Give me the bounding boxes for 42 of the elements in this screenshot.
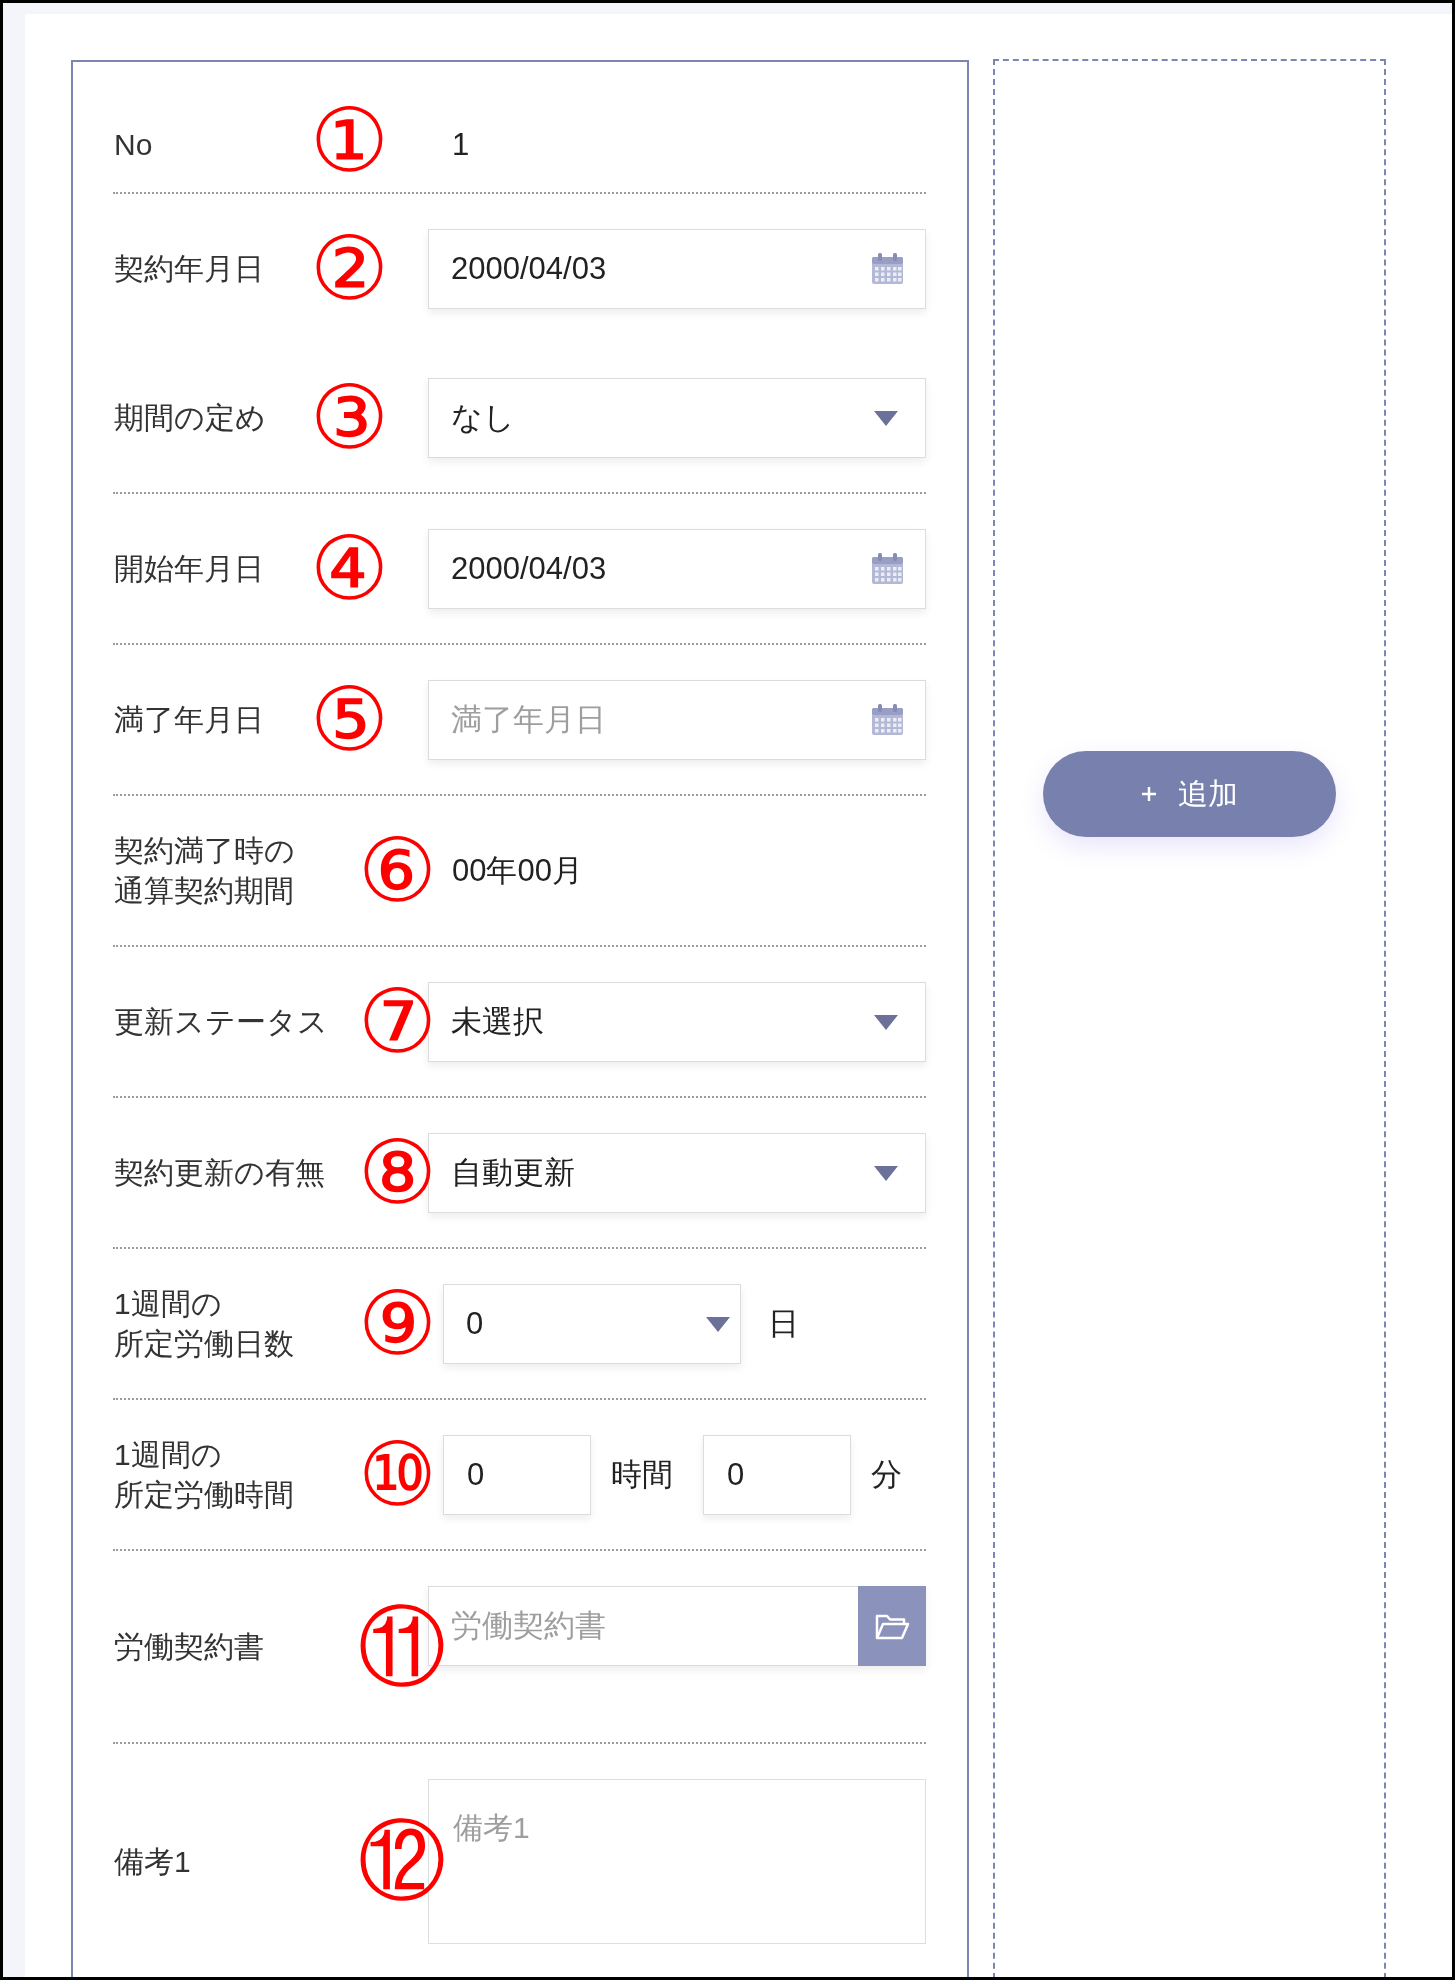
unit-label: 分 [871, 1456, 902, 1494]
field-label: 契約満了時の通算契約期間 [113, 833, 296, 909]
field-label: 労働契約書 [113, 1629, 264, 1665]
add-button[interactable]: 追加 [1043, 751, 1336, 837]
field-label: 1週間の所定労働時間 [113, 1437, 295, 1513]
field-label: No [113, 127, 153, 163]
annotation-marker: ② [310, 224, 389, 313]
date-field[interactable]: 2000/04/03 [428, 229, 926, 309]
value-text: 00年00月 [452, 852, 583, 890]
folder-button[interactable] [858, 1586, 926, 1666]
date-field[interactable]: 満了年月日 [428, 680, 926, 760]
annotation-marker: ④ [310, 524, 389, 613]
calendar-icon [871, 552, 904, 585]
annotation-marker: ① [310, 96, 389, 185]
field-label: 契約更新の有無 [113, 1155, 325, 1191]
annotation-marker: ⑤ [310, 675, 389, 764]
plus-icon [1141, 787, 1156, 801]
date-field[interactable]: 2000/04/03 [428, 529, 926, 609]
caret-icon [874, 1014, 898, 1030]
input-field[interactable]: 0 [443, 1435, 591, 1515]
caret-icon [874, 410, 898, 426]
field-label: 更新ステータス [113, 1004, 328, 1040]
caret-icon [706, 1316, 730, 1332]
field-label: 備考1 [113, 1843, 191, 1880]
input-field[interactable]: 0 [703, 1435, 851, 1515]
annotation-marker: ⑩ [358, 1430, 437, 1519]
annotation-marker: ③ [310, 373, 389, 462]
field-label: 契約年月日 [113, 251, 264, 287]
calendar-icon [871, 252, 904, 285]
field-label: 満了年月日 [113, 702, 264, 738]
field-label: 開始年月日 [113, 551, 264, 587]
select-field[interactable]: 0 [443, 1284, 741, 1364]
calendar-icon [871, 703, 904, 736]
caret-icon [874, 1165, 898, 1181]
field-label: 1週間の所定労働日数 [113, 1286, 295, 1362]
field-label: 期間の定め [113, 400, 266, 436]
annotation-marker: ⑨ [358, 1279, 437, 1368]
value-text: 1 [452, 126, 470, 164]
unit-label: 時間 [611, 1456, 673, 1494]
unit-label: 日 [768, 1305, 799, 1343]
select-field[interactable]: なし [428, 378, 926, 458]
annotation-marker: ⑥ [358, 826, 437, 915]
